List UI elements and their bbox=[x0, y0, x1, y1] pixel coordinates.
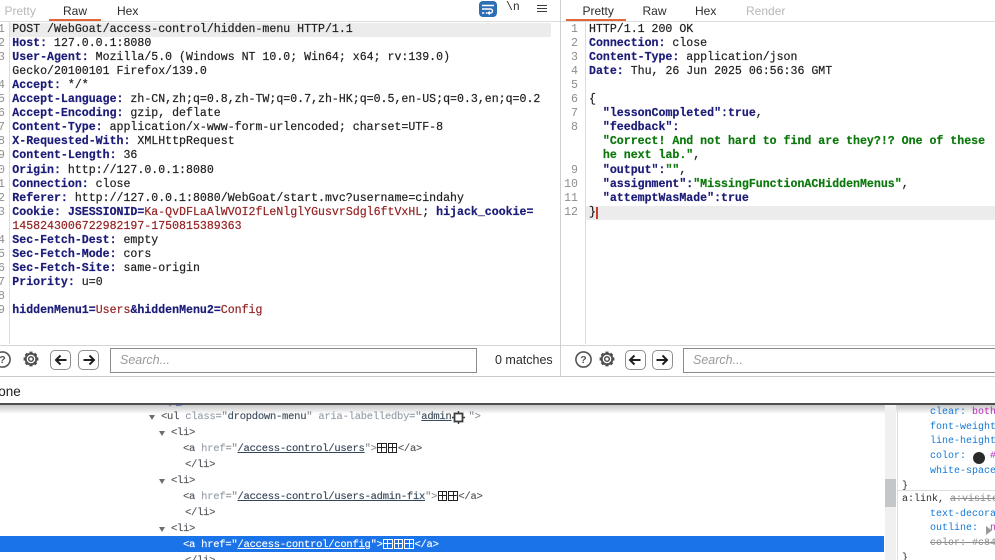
svg-text:?: ? bbox=[580, 354, 586, 366]
svg-text:?: ? bbox=[0, 354, 6, 366]
